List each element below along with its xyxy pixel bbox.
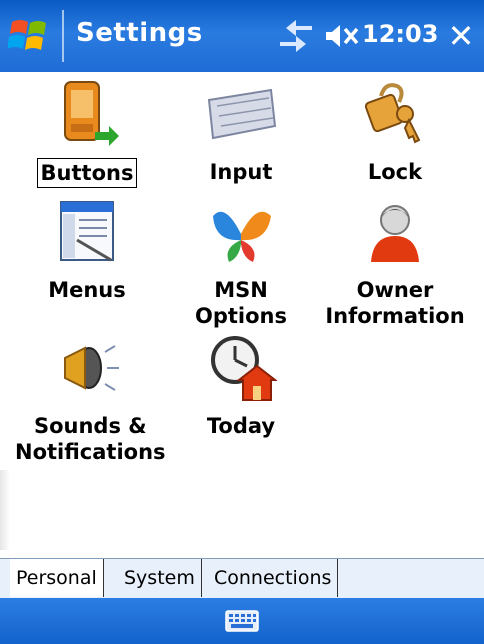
settings-item-lock[interactable]: Lock	[320, 78, 470, 186]
settings-item-input[interactable]: Input	[166, 78, 316, 186]
menus-icon	[51, 196, 123, 268]
settings-item-buttons[interactable]: Buttons	[12, 78, 162, 188]
item-label: Lock	[367, 160, 423, 184]
keyboard-input-icon[interactable]	[225, 610, 259, 632]
item-label: Input	[209, 160, 273, 184]
title-bar: Settings 12:03 ✕	[0, 0, 484, 72]
item-label: Today	[206, 414, 276, 438]
item-label: Buttons	[36, 158, 138, 188]
tab-personal[interactable]: Personal	[10, 559, 104, 597]
lock-icon	[359, 78, 431, 150]
settings-item-menus[interactable]: Menus	[12, 196, 162, 304]
item-label: Menus	[48, 278, 126, 302]
tab-connections[interactable]: Connections	[208, 559, 339, 597]
connectivity-icon[interactable]	[276, 16, 316, 56]
speaker-icon	[51, 332, 123, 404]
settings-item-today[interactable]: Today	[166, 332, 316, 440]
tab-strip: Personal System Connections	[0, 558, 484, 599]
buttons-icon	[51, 78, 123, 150]
item-label: Sounds & Notifications	[15, 414, 166, 464]
clock[interactable]: 12:03	[362, 20, 438, 48]
keyboard-icon	[205, 78, 277, 150]
bottom-bar	[0, 598, 484, 644]
left-edge-shade	[0, 470, 10, 550]
volume-muted-icon[interactable]	[322, 16, 362, 56]
title-separator	[62, 10, 64, 62]
windows-flag-icon[interactable]	[7, 14, 54, 58]
settings-item-sounds-notifications[interactable]: Sounds & Notifications	[12, 332, 166, 466]
settings-item-owner-information[interactable]: Owner Information	[320, 196, 470, 330]
msn-butterfly-icon	[205, 196, 277, 268]
today-clock-home-icon	[205, 332, 278, 404]
page-title: Settings	[76, 18, 203, 48]
settings-item-msn-options[interactable]: MSN Options	[166, 196, 316, 330]
owner-icon	[359, 196, 431, 268]
item-label: MSN Options	[195, 278, 287, 328]
close-button[interactable]: ✕	[444, 14, 478, 58]
tab-system[interactable]: System	[118, 559, 202, 597]
item-label: Owner Information	[325, 278, 465, 328]
